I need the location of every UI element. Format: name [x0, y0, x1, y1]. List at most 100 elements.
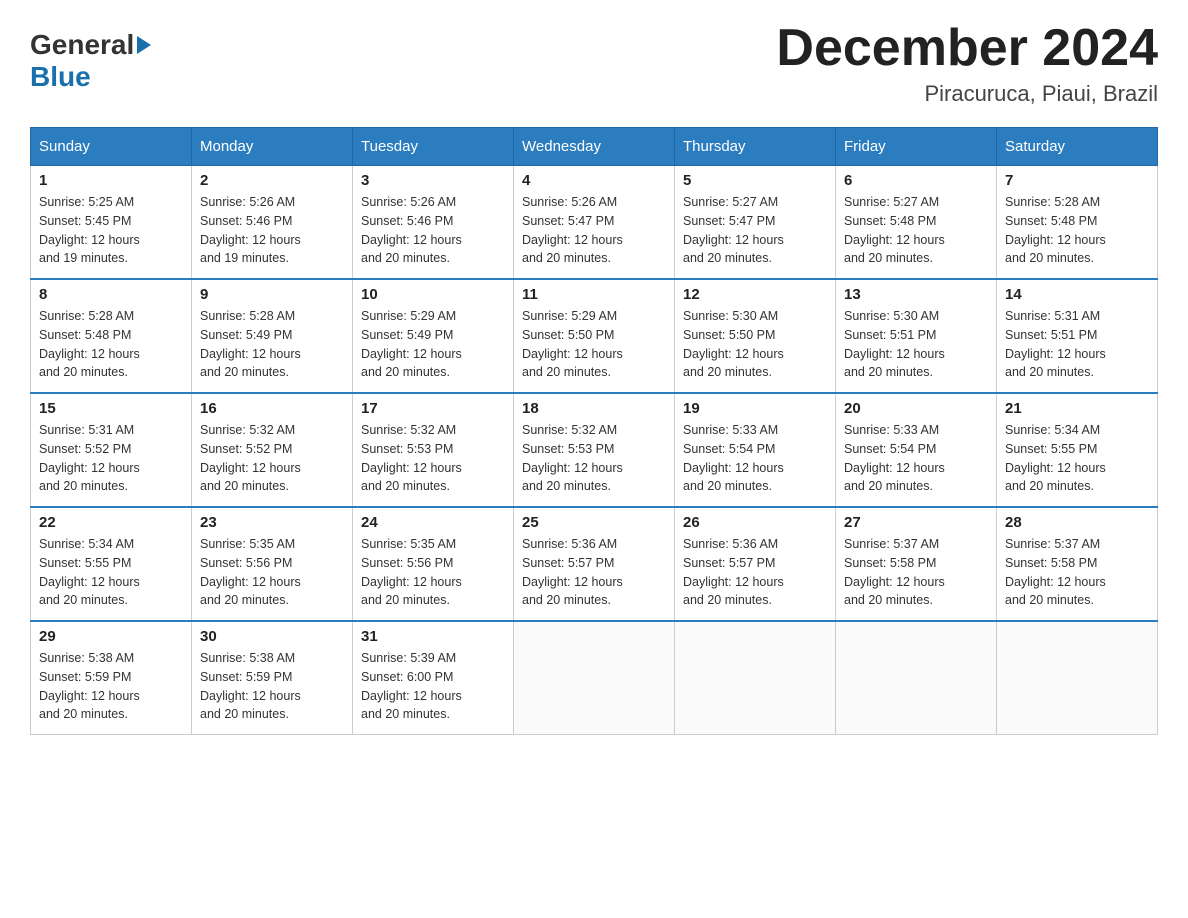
day-number: 12 [683, 286, 827, 303]
day-info: Sunrise: 5:28 AMSunset: 5:48 PMDaylight:… [1005, 193, 1149, 268]
day-info: Sunrise: 5:34 AMSunset: 5:55 PMDaylight:… [1005, 421, 1149, 496]
day-info: Sunrise: 5:26 AMSunset: 5:47 PMDaylight:… [522, 193, 666, 268]
calendar-cell: 28 Sunrise: 5:37 AMSunset: 5:58 PMDayligh… [997, 507, 1158, 621]
calendar-cell: 5 Sunrise: 5:27 AMSunset: 5:47 PMDaylight… [675, 166, 836, 280]
header-tuesday: Tuesday [353, 128, 514, 166]
day-number: 25 [522, 514, 666, 531]
calendar-cell: 14Sunrise: 5:31 AMSunset: 5:51 PMDayligh… [997, 279, 1158, 393]
calendar-cell: 31 Sunrise: 5:39 AMSunset: 6:00 PMDayligh… [353, 621, 514, 735]
calendar-cell: 22Sunrise: 5:34 AMSunset: 5:55 PMDayligh… [31, 507, 192, 621]
day-number: 3 [361, 172, 505, 189]
logo-general-text: General [30, 29, 134, 60]
calendar-cell: 12 Sunrise: 5:30 AMSunset: 5:50 PMDayligh… [675, 279, 836, 393]
calendar-cell: 7 Sunrise: 5:28 AMSunset: 5:48 PMDaylight… [997, 166, 1158, 280]
month-year-title: December 2024 [776, 20, 1158, 77]
day-number: 2 [200, 172, 344, 189]
calendar-cell: 20 Sunrise: 5:33 AMSunset: 5:54 PMDayligh… [836, 393, 997, 507]
day-number: 21 [1005, 400, 1149, 417]
day-number: 29 [39, 628, 183, 645]
day-number: 7 [1005, 172, 1149, 189]
day-info: Sunrise: 5:29 AMSunset: 5:49 PMDaylight:… [361, 307, 505, 382]
day-number: 11 [522, 286, 666, 303]
day-number: 23 [200, 514, 344, 531]
day-number: 30 [200, 628, 344, 645]
calendar-cell: 24 Sunrise: 5:35 AMSunset: 5:56 PMDayligh… [353, 507, 514, 621]
day-info: Sunrise: 5:35 AMSunset: 5:56 PMDaylight:… [361, 535, 505, 610]
day-info: Sunrise: 5:28 AMSunset: 5:48 PMDaylight:… [39, 307, 183, 382]
day-info: Sunrise: 5:38 AMSunset: 5:59 PMDaylight:… [39, 649, 183, 724]
day-number: 15 [39, 400, 183, 417]
day-number: 9 [200, 286, 344, 303]
calendar-cell: 16Sunrise: 5:32 AMSunset: 5:52 PMDayligh… [192, 393, 353, 507]
logo: General Blue [30, 20, 151, 93]
day-info: Sunrise: 5:27 AMSunset: 5:47 PMDaylight:… [683, 193, 827, 268]
calendar-cell: 10 Sunrise: 5:29 AMSunset: 5:49 PMDayligh… [353, 279, 514, 393]
day-info: Sunrise: 5:32 AMSunset: 5:53 PMDaylight:… [361, 421, 505, 496]
day-info: Sunrise: 5:33 AMSunset: 5:54 PMDaylight:… [844, 421, 988, 496]
day-info: Sunrise: 5:30 AMSunset: 5:50 PMDaylight:… [683, 307, 827, 382]
day-info: Sunrise: 5:27 AMSunset: 5:48 PMDaylight:… [844, 193, 988, 268]
day-number: 18 [522, 400, 666, 417]
day-info: Sunrise: 5:32 AMSunset: 5:53 PMDaylight:… [522, 421, 666, 496]
calendar-cell: 9Sunrise: 5:28 AMSunset: 5:49 PMDaylight… [192, 279, 353, 393]
day-number: 4 [522, 172, 666, 189]
day-number: 13 [844, 286, 988, 303]
calendar-cell: 6 Sunrise: 5:27 AMSunset: 5:48 PMDaylight… [836, 166, 997, 280]
calendar-cell: 4 Sunrise: 5:26 AMSunset: 5:47 PMDaylight… [514, 166, 675, 280]
day-info: Sunrise: 5:35 AMSunset: 5:56 PMDaylight:… [200, 535, 344, 610]
calendar-cell: 27 Sunrise: 5:37 AMSunset: 5:58 PMDayligh… [836, 507, 997, 621]
day-info: Sunrise: 5:34 AMSunset: 5:55 PMDaylight:… [39, 535, 183, 610]
header-thursday: Thursday [675, 128, 836, 166]
day-info: Sunrise: 5:37 AMSunset: 5:58 PMDaylight:… [1005, 535, 1149, 610]
day-number: 8 [39, 286, 183, 303]
day-number: 10 [361, 286, 505, 303]
day-info: Sunrise: 5:36 AMSunset: 5:57 PMDaylight:… [683, 535, 827, 610]
day-info: Sunrise: 5:26 AMSunset: 5:46 PMDaylight:… [200, 193, 344, 268]
calendar-header-row: Sunday Monday Tuesday Wednesday Thursday… [31, 128, 1158, 166]
calendar-cell: 19 Sunrise: 5:33 AMSunset: 5:54 PMDayligh… [675, 393, 836, 507]
header-saturday: Saturday [997, 128, 1158, 166]
calendar-cell: 3 Sunrise: 5:26 AMSunset: 5:46 PMDaylight… [353, 166, 514, 280]
calendar-cell: 21 Sunrise: 5:34 AMSunset: 5:55 PMDayligh… [997, 393, 1158, 507]
day-info: Sunrise: 5:29 AMSunset: 5:50 PMDaylight:… [522, 307, 666, 382]
day-number: 24 [361, 514, 505, 531]
day-number: 27 [844, 514, 988, 531]
day-number: 5 [683, 172, 827, 189]
calendar-cell: 8 Sunrise: 5:28 AMSunset: 5:48 PMDaylight… [31, 279, 192, 393]
calendar-cell: 13 Sunrise: 5:30 AMSunset: 5:51 PMDayligh… [836, 279, 997, 393]
day-info: Sunrise: 5:33 AMSunset: 5:54 PMDaylight:… [683, 421, 827, 496]
day-number: 6 [844, 172, 988, 189]
day-number: 20 [844, 400, 988, 417]
day-info: Sunrise: 5:39 AMSunset: 6:00 PMDaylight:… [361, 649, 505, 724]
calendar-week-5: 29 Sunrise: 5:38 AMSunset: 5:59 PMDayligh… [31, 621, 1158, 735]
calendar-cell: 11 Sunrise: 5:29 AMSunset: 5:50 PMDayligh… [514, 279, 675, 393]
day-number: 14 [1005, 286, 1149, 303]
day-number: 28 [1005, 514, 1149, 531]
calendar-week-2: 8 Sunrise: 5:28 AMSunset: 5:48 PMDaylight… [31, 279, 1158, 393]
calendar-table: Sunday Monday Tuesday Wednesday Thursday… [30, 127, 1158, 735]
day-number: 17 [361, 400, 505, 417]
day-info: Sunrise: 5:26 AMSunset: 5:46 PMDaylight:… [361, 193, 505, 268]
day-number: 19 [683, 400, 827, 417]
calendar-cell: 30 Sunrise: 5:38 AMSunset: 5:59 PMDayligh… [192, 621, 353, 735]
calendar-cell: 23 Sunrise: 5:35 AMSunset: 5:56 PMDayligh… [192, 507, 353, 621]
calendar-cell: 25Sunrise: 5:36 AMSunset: 5:57 PMDayligh… [514, 507, 675, 621]
calendar-cell [997, 621, 1158, 735]
calendar-cell: 1Sunrise: 5:25 AMSunset: 5:45 PMDaylight… [31, 166, 192, 280]
calendar-cell [836, 621, 997, 735]
day-info: Sunrise: 5:31 AMSunset: 5:52 PMDaylight:… [39, 421, 183, 496]
day-number: 16 [200, 400, 344, 417]
day-info: Sunrise: 5:37 AMSunset: 5:58 PMDaylight:… [844, 535, 988, 610]
calendar-cell: 15 Sunrise: 5:31 AMSunset: 5:52 PMDayligh… [31, 393, 192, 507]
calendar-cell: 2 Sunrise: 5:26 AMSunset: 5:46 PMDaylight… [192, 166, 353, 280]
calendar-cell [675, 621, 836, 735]
header-wednesday: Wednesday [514, 128, 675, 166]
calendar-cell [514, 621, 675, 735]
location-subtitle: Piracuruca, Piaui, Brazil [776, 81, 1158, 107]
day-info: Sunrise: 5:38 AMSunset: 5:59 PMDaylight:… [200, 649, 344, 724]
page-header: General Blue December 2024 Piracuruca, P… [30, 20, 1158, 107]
calendar-cell: 18 Sunrise: 5:32 AMSunset: 5:53 PMDayligh… [514, 393, 675, 507]
logo-arrow-icon [137, 36, 151, 54]
day-info: Sunrise: 5:30 AMSunset: 5:51 PMDaylight:… [844, 307, 988, 382]
day-number: 31 [361, 628, 505, 645]
